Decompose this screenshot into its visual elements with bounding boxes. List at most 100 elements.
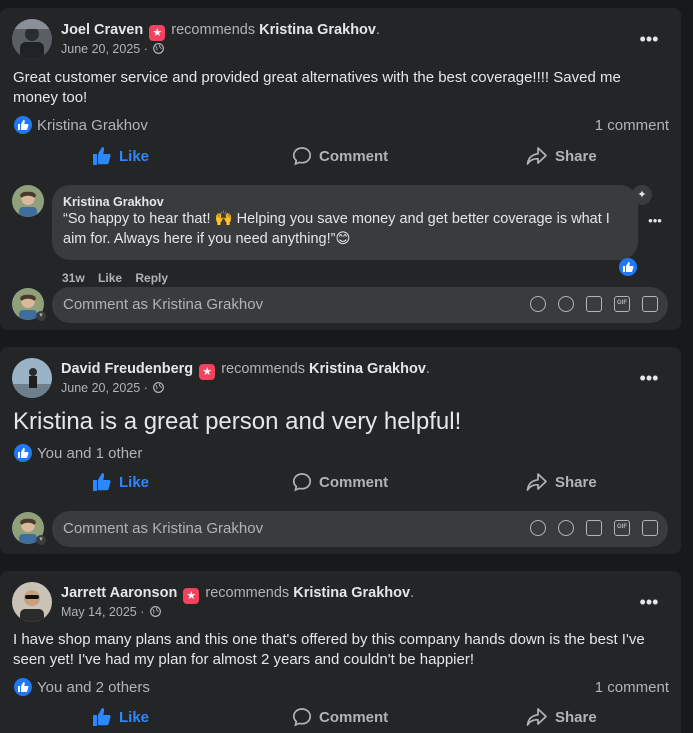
comment-icon (292, 708, 312, 727)
page-name-link[interactable]: Kristina Grakhov (309, 361, 426, 377)
avatar[interactable] (12, 582, 52, 622)
share-button[interactable]: Share (526, 144, 597, 168)
comment-input[interactable]: Comment as Kristina Grakhov GIF (52, 511, 668, 547)
share-button[interactable]: Share (526, 705, 597, 729)
more-options-icon[interactable]: ••• (637, 593, 661, 619)
reply-like-reaction-icon[interactable] (619, 258, 637, 276)
emoji-icon[interactable] (558, 296, 574, 312)
gif-icon[interactable]: GIF (614, 520, 630, 536)
camera-icon[interactable] (586, 296, 602, 312)
like-label: Like (119, 147, 150, 165)
globe-icon (153, 43, 165, 54)
emoji-icon[interactable] (558, 520, 574, 536)
share-icon (526, 147, 547, 165)
author-name[interactable]: Jarrett Aaronson (61, 585, 177, 601)
more-options-icon[interactable]: ••• (637, 369, 661, 395)
like-reaction-icon (14, 116, 32, 134)
reply-text: “So happy to hear that! 🙌 Helping you sa… (63, 211, 610, 247)
comment-icon (292, 147, 312, 166)
reactions-summary[interactable]: You and 2 others (14, 678, 150, 696)
reactions-text: Kristina Grakhov (37, 117, 148, 134)
reply-more-icon[interactable]: ••• (643, 214, 667, 238)
comment-button[interactable]: Comment (292, 470, 388, 494)
reply-author[interactable]: Kristina Grakhov (63, 195, 164, 209)
post-title-line: Joel Craven ★ recommends Kristina Grakho… (61, 22, 380, 41)
like-label: Like (119, 473, 150, 491)
reactions-summary[interactable]: You and 1 other (14, 444, 142, 462)
like-button[interactable]: Like (92, 470, 149, 494)
reactions-text: You and 1 other (37, 445, 143, 462)
comment-input[interactable]: Comment as Kristina Grakhov GIF (52, 287, 668, 323)
share-label: Share (555, 708, 597, 726)
comment-icon (292, 473, 312, 492)
share-label: Share (555, 147, 597, 165)
comment-placeholder: Comment as Kristina Grakhov (63, 520, 264, 537)
avatar-sticker-icon[interactable] (530, 520, 546, 536)
like-button[interactable]: Like (92, 705, 149, 729)
recommend-icon: ★ (199, 364, 216, 380)
reply-avatar[interactable] (12, 185, 44, 217)
avatar[interactable] (12, 19, 52, 59)
share-button[interactable]: Share (526, 470, 597, 494)
camera-icon[interactable] (586, 520, 602, 536)
reactions-summary[interactable]: Kristina Grakhov (14, 116, 148, 134)
like-reaction-icon (14, 444, 32, 462)
reply-reply-button[interactable]: Reply (135, 271, 168, 285)
author-name[interactable]: David Freudenberg (61, 361, 193, 377)
chevron-down-icon[interactable]: ▾ (36, 535, 46, 545)
more-options-icon[interactable]: ••• (637, 30, 661, 56)
post-title-line: Jarrett Aaronson ★ recommends Kristina G… (61, 585, 415, 604)
like-reaction-icon (14, 678, 32, 696)
globe-icon (153, 382, 165, 393)
gif-icon[interactable]: GIF (614, 296, 630, 312)
chevron-down-icon[interactable]: ▾ (36, 311, 46, 321)
like-icon (93, 708, 111, 726)
comment-placeholder: Comment as Kristina Grakhov (63, 296, 264, 313)
post-date[interactable]: May 14, 2025 · (61, 605, 161, 619)
comment-label: Comment (319, 147, 389, 165)
avatar[interactable] (12, 358, 52, 398)
post-card: David Freudenberg ★ recommends Kristina … (0, 347, 681, 554)
page-name-link[interactable]: Kristina Grakhov (293, 585, 410, 601)
comment-button[interactable]: Comment (292, 705, 388, 729)
comment-label: Comment (319, 473, 389, 491)
reply-like-button[interactable]: Like (98, 271, 122, 285)
reply-actions: 31w Like Reply (62, 271, 178, 285)
date-text: June 20, 2025 · (61, 42, 148, 56)
like-icon (93, 147, 111, 165)
reply-bubble: Kristina Grakhov “So happy to hear that!… (52, 185, 638, 260)
comment-button[interactable]: Comment (292, 144, 388, 168)
sticker-icon[interactable] (642, 296, 658, 312)
share-icon (526, 473, 547, 491)
post-title-line: David Freudenberg ★ recommends Kristina … (61, 361, 430, 380)
date-text: May 14, 2025 · (61, 605, 145, 619)
post-text: Great customer service and provided grea… (13, 69, 621, 106)
post-card: Jarrett Aaronson ★ recommends Kristina G… (0, 571, 681, 733)
recommends-text: recommends (221, 361, 306, 377)
post-date[interactable]: June 20, 2025 · (61, 381, 165, 395)
comment-count[interactable]: 1 comment (595, 679, 669, 696)
post-date[interactable]: June 20, 2025 · (61, 42, 165, 56)
reactions-text: You and 2 others (37, 679, 150, 696)
globe-icon (149, 606, 161, 617)
like-label: Like (119, 708, 150, 726)
reply-time[interactable]: 31w (62, 271, 85, 285)
avatar-sticker-icon[interactable] (530, 296, 546, 312)
recommends-text: recommends (205, 585, 290, 601)
recommend-icon: ★ (183, 588, 200, 604)
like-icon (93, 473, 111, 491)
recommends-text: recommends (171, 22, 256, 38)
author-name[interactable]: Joel Craven (61, 22, 143, 38)
recommend-icon: ★ (149, 25, 166, 41)
ai-sparkle-icon[interactable]: ✦ (632, 185, 652, 205)
sticker-icon[interactable] (642, 520, 658, 536)
comment-tools: GIF (530, 296, 658, 312)
comment-count[interactable]: 1 comment (595, 117, 669, 134)
post-text: I have shop many plans and this one that… (13, 631, 645, 668)
post-text: Kristina is a great person and very help… (13, 408, 462, 435)
page-name-link[interactable]: Kristina Grakhov (259, 22, 376, 38)
post-card: Joel Craven ★ recommends Kristina Grakho… (0, 8, 681, 330)
comment-tools: GIF (530, 520, 658, 536)
date-text: June 20, 2025 · (61, 381, 148, 395)
like-button[interactable]: Like (92, 144, 149, 168)
